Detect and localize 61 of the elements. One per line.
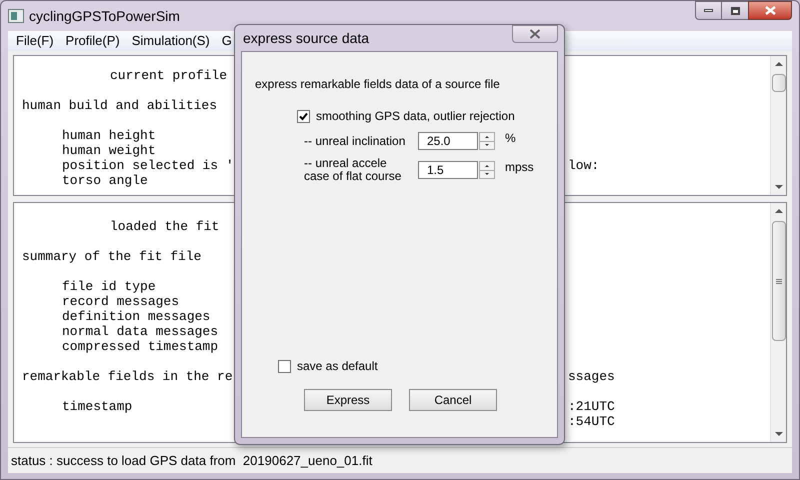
field-label: -- unreal inclination [304,134,406,148]
text-line: current profile [110,68,228,83]
text-line: human height [62,128,156,143]
scroll-thumb[interactable] [772,74,786,92]
save-default-checkbox-row[interactable]: save as default [278,357,557,375]
grip-icon [776,278,782,284]
scrollbar[interactable] [770,56,786,195]
scrollbar[interactable] [770,203,786,442]
text-line: file id type [62,279,156,294]
menu-item[interactable]: Profile(P) [60,31,126,51]
unit-label: mpss [505,159,534,176]
text-line: loaded the fit [110,219,220,234]
scroll-down-arrow-icon [775,185,783,189]
dialog-button[interactable]: Cancel [409,389,497,411]
checkbox-label: smoothing GPS data, outlier rejection [316,108,515,125]
spin-button[interactable] [479,161,495,179]
field-label: -- unreal accele case of flat course [304,157,402,183]
text-line: :54UTC [568,414,615,429]
text-line: human weight [62,143,156,158]
spin-button[interactable] [479,132,495,150]
checkbox[interactable] [278,360,291,372]
check-icon [299,112,308,120]
number-field[interactable]: 25.0 [418,132,478,150]
dialog-heading: express remarkable fields data of a source file [255,76,501,93]
menu-item[interactable]: File(F) [10,31,60,51]
scroll-down-arrow-icon [775,432,783,436]
scroll-up-arrow-icon [775,62,783,66]
dialog-button[interactable]: Express [304,389,392,411]
text-line: torso angle [62,173,148,188]
text-line: definition messages [62,309,210,324]
close-button[interactable] [748,1,792,20]
menu-item[interactable]: Simulation(S) [126,31,216,51]
close-icon [764,6,776,15]
close-icon [529,29,541,39]
maximize-button[interactable] [722,1,748,20]
unit-label: % [505,130,516,147]
app-icon [8,9,24,23]
text-line: :21UTC [568,399,615,414]
text-line: remarkable fields in the re [22,369,233,384]
maximize-icon [730,6,740,14]
text-line: low: [568,158,600,173]
text-line: ssages [568,369,615,384]
number-field[interactable]: 1.5 [418,161,478,179]
dialog-title: express source data [243,28,370,48]
scroll-up-arrow-icon [775,209,783,213]
checkbox[interactable] [297,110,310,122]
text-line: compressed timestamp [62,339,218,354]
checkbox-label: save as default [297,358,378,375]
menu-item[interactable]: G [216,31,238,51]
text-line: normal data messages [62,324,218,339]
scroll-thumb[interactable] [772,221,786,341]
smoothing-checkbox-row[interactable]: smoothing GPS data, outlier rejection [297,107,557,125]
text-line: position selected is ' [62,158,234,173]
text-line: summary of the fit file [22,249,202,264]
minimize-button[interactable] [695,1,722,20]
text-line: record messages [62,294,180,309]
close-button[interactable] [512,25,558,43]
minimize-icon [704,9,713,12]
window-title: cyclingGPSToPowerSim [29,6,180,26]
text-line: timestamp [62,399,132,414]
text-line: human build and abilities [22,98,218,113]
